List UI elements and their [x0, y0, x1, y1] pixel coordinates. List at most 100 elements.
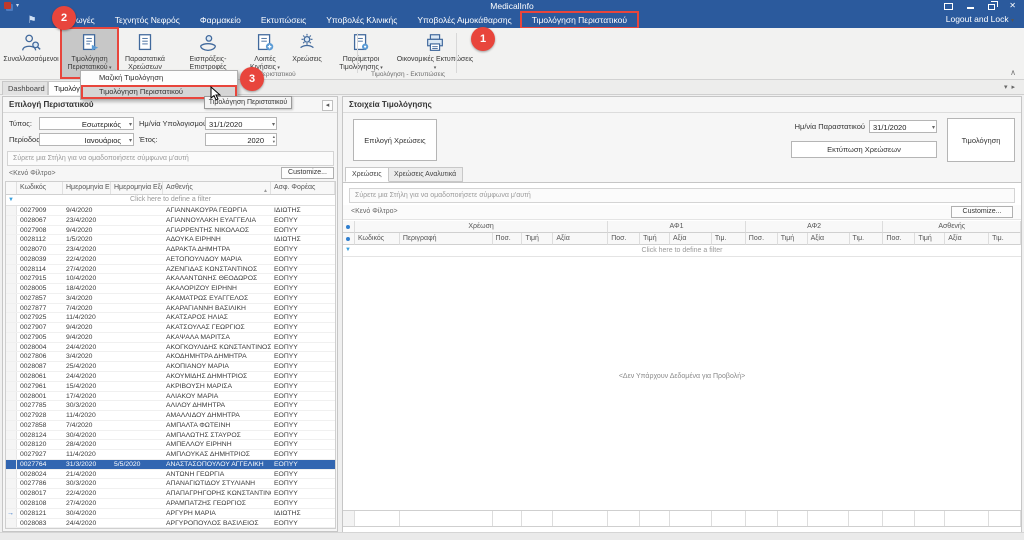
tab-charges-detailed[interactable]: Χρεώσεις Αναλυτικά [387, 167, 463, 182]
table-row[interactable]: 00279099/4/2020ΑΓΙΑΝΝΑΚΟΥΡΑ ΓΕΩΡΓΙΑΙΔΙΩΤ… [6, 206, 335, 216]
table-row[interactable]: →002812130/4/2020ΑΡΓΥΡΗ ΜΑΡΙΑΙΔΙΩΤΗΣ [6, 509, 335, 519]
collapse-panel-icon[interactable]: ◂ [322, 100, 333, 111]
print-charges-button[interactable]: Εκτύπωση Χρεώσεων [791, 141, 937, 158]
table-row[interactable]: 002806124/4/2020ΑΚΟΥΜΙΔΗΣ ΔΗΜΗΤΡΙΟΣΕΟΠΥΥ [6, 372, 335, 382]
band-header[interactable]: Χρέωση [355, 221, 608, 233]
application-menu-flag-icon[interactable]: ⚑ [24, 14, 40, 27]
column-header[interactable]: Τιμή [778, 233, 808, 245]
logout-and-lock-button[interactable]: Logout and Lock ▾ [946, 14, 1014, 24]
group-by-hint-bar[interactable]: Σύρετε μια Στήλη για να ομαδοποιήσετε σύ… [349, 188, 1015, 203]
ribbon-tab-printouts[interactable]: Εκτυπώσεις [251, 13, 316, 27]
table-row[interactable]: 002801722/4/2020ΑΠΑΠΑΓΡΗΓΟΡΗΣ ΚΩΝΣΤΑΝΤΙΝ… [6, 489, 335, 499]
column-header[interactable]: Αξία [670, 233, 712, 245]
table-row[interactable]: 002776431/3/20205/5/2020ΑΝΑΣΤΑΣΟΠΟΥΛΟΥ Α… [6, 460, 335, 470]
table-row[interactable]: 00279079/4/2020ΑΚΑΤΣΟΥΛΑΣ ΓΕΩΡΓΙΟΣΕΟΠΥΥ [6, 323, 335, 333]
table-row[interactable]: 002792811/4/2020ΑΜΑΛΛΙΔΟΥ ΔΗΜΗΤΡΑΕΟΠΥΥ [6, 411, 335, 421]
table-row[interactable]: 002800518/4/2020ΑΚΑΛΟΡΙΖΟΥ ΕΙΡΗΝΗΕΟΠΥΥ [6, 284, 335, 294]
empty-filter-label[interactable]: <Κενό Φίλτρο> [351, 208, 398, 215]
document-date-input[interactable]: 31/1/2020 ▾ [869, 120, 937, 133]
restore-icon[interactable] [988, 4, 995, 10]
column-header-patient[interactable]: Ασθενής▲ [163, 182, 271, 194]
grid-filter-row[interactable]: ▼ Click here to define a filter [343, 245, 1021, 257]
minimize-icon[interactable] [967, 7, 974, 9]
table-row[interactable]: 00281121/5/2020ΑΔΟΥΚΑ ΕΙΡΗΝΗΙΔΙΩΤΗΣ [6, 235, 335, 245]
column-header[interactable]: Τιμή [640, 233, 670, 245]
ribbon-button-8[interactable]: Οικονομικές Εκτυπώσεις ▾ [395, 29, 475, 77]
column-header[interactable]: Κωδικός [355, 233, 400, 245]
table-row[interactable]: 002800424/4/2020ΑΚΟΓΚΟΥΛΙΔΗΣ ΚΩΝΣΤΑΝΤΙΝΟ… [6, 343, 335, 353]
column-header[interactable]: Ποσ. [493, 233, 523, 245]
ribbon-collapse-icon[interactable]: ∧ [1010, 68, 1016, 77]
customize-button[interactable]: Customize... [951, 206, 1013, 218]
table-row[interactable]: 002812028/4/2020ΑΜΠΕΛΛΟΥ ΕΙΡΗΝΗΕΟΠΥΥ [6, 440, 335, 450]
table-row[interactable]: 00278063/4/2020ΑΚΟΔΗΜΗΤΡΑ ΔΗΜΗΤΡΑΕΟΠΥΥ [6, 352, 335, 362]
menu-item-mass-invoicing[interactable]: Μαζική Τιμολόγηση [81, 71, 237, 85]
customize-button[interactable]: Customize... [281, 167, 334, 179]
tab-scroll-icons[interactable]: ▾▸ [1004, 83, 1019, 91]
row-indicator [6, 431, 17, 440]
ribbon-button-1[interactable]: Συναλλασσόμενοι [2, 29, 60, 77]
column-header[interactable]: Ποσ. [883, 233, 915, 245]
column-header[interactable]: Τιμή [522, 233, 553, 245]
column-header[interactable]: Τιμ. [850, 233, 884, 245]
table-row[interactable]: 00278777/4/2020ΑΚΑΡΑΓΙΑΝΝΗ ΒΑΣΙΛΙΚΗΕΟΠΥΥ [6, 304, 335, 314]
ribbon-tab-dialysis-submissions[interactable]: Υποβολές Αιμοκάθαρσης [407, 13, 521, 27]
ribbon-button-6[interactable]: Χρεώσεις [287, 29, 327, 77]
ribbon-tab-clinic-submissions[interactable]: Υποβολές Κλινικής [316, 13, 407, 27]
table-row[interactable]: 002808324/4/2020ΑΡΓΥΡΟΠΟΥΛΟΣ ΒΑΣΙΛΕΙΟΣΕΟ… [6, 519, 335, 529]
column-header[interactable]: Τιμ. [712, 233, 746, 245]
table-row[interactable]: 002810827/4/2020ΑΡΑΜΠΑΤΖΗΣ ΓΕΩΡΓΙΟΣΕΟΠΥΥ [6, 499, 335, 509]
table-row[interactable]: 00278587/4/2020ΑΜΠΑΛΤΑ ΦΩΤΕΙΝΗΕΟΠΥΥ [6, 421, 335, 431]
table-row[interactable]: 002792711/4/2020ΑΜΠΛΟΥΚΑΣ ΔΗΜΗΤΡΙΟΣΕΟΠΥΥ [6, 450, 335, 460]
table-row[interactable]: 002807023/4/2020ΑΔΡΑΚΤΑ ΔΗΜΗΤΡΑΕΟΠΥΥ [6, 245, 335, 255]
ribbon-tab-pharmacy[interactable]: Φαρμακείο [190, 13, 251, 27]
column-header[interactable]: Τιμ. [989, 233, 1021, 245]
table-row[interactable]: 002806723/4/2020ΑΓΙΑΝΝΟΥΛΑΚΗ ΕΥΑΓΓΕΛΙΑΕΟ… [6, 216, 335, 226]
column-header[interactable]: Ημερομηνία Εξόδ. [111, 182, 163, 194]
table-row[interactable]: 002800117/4/2020ΑΛΙΑΚΟΥ ΜΑΡΙΑΕΟΠΥΥ [6, 392, 335, 402]
type-select[interactable]: Εσωτερικός ▾ [39, 117, 134, 130]
table-row[interactable]: 002808725/4/2020ΑΚΟΠΙΑΝΟΥ ΜΑΡΙΑΕΟΠΥΥ [6, 362, 335, 372]
select-charges-button[interactable]: Επιλογή Χρεώσεις [353, 119, 437, 161]
table-row[interactable]: 00279089/4/2020ΑΓΙΑΡΡΕΝΤΗΣ ΝΙΚΟΛΑΟΣΕΟΠΥΥ [6, 226, 335, 236]
calc-date-input[interactable]: 31/1/2020 ▾ [205, 117, 277, 130]
ribbon-tab-case-invoicing[interactable]: Τιμολόγηση Περιστατικού [522, 13, 637, 27]
period-select[interactable]: Ιανουάριος ▾ [39, 133, 134, 146]
band-header[interactable]: ΑΦ2 [746, 221, 884, 233]
empty-filter-label[interactable]: <Κενό Φίλτρο> [9, 170, 56, 177]
table-row[interactable]: 002778530/3/2020ΑΛΙΛΟΥ ΔΗΜΗΤΡΑΕΟΠΥΥ [6, 401, 335, 411]
table-row[interactable]: 002811427/4/2020ΑΖΕΝΓΙΔΑΣ ΚΩΝΣΤΑΝΤΙΝΟΣΕΟ… [6, 265, 335, 275]
spinner-icons[interactable]: ▴▾ [273, 134, 275, 144]
column-header[interactable]: Τιμή [915, 233, 945, 245]
table-row[interactable]: 00278573/4/2020ΑΚΑΜΑΤΡΩΣ ΕΥΑΓΓΕΛΟΣΕΟΠΥΥ [6, 294, 335, 304]
column-header[interactable]: Ποσ. [608, 233, 640, 245]
table-row[interactable]: 00279059/4/2020ΑΚΑΨΑΛΑ ΜΑΡΙΤΣΑΕΟΠΥΥ [6, 333, 335, 343]
column-header[interactable]: Ποσ. [746, 233, 778, 245]
table-row[interactable]: 002796115/4/2020ΑΚΡΙΒΟΥΣΗ ΜΑΡΙΣΑΕΟΠΥΥ [6, 382, 335, 392]
band-header[interactable]: Ασθενής [883, 221, 1021, 233]
column-header[interactable]: Αξία [553, 233, 608, 245]
grid-filter-row[interactable]: ▼ Click here to define a filter [6, 195, 335, 206]
group-by-hint-bar[interactable]: Σύρετε μια Στήλη για να ομαδοποιήσετε σύ… [7, 151, 334, 166]
column-header[interactable]: Ημερομηνία Εισ [63, 182, 111, 194]
column-header[interactable]: Αξία [945, 233, 989, 245]
band-header[interactable]: ΑΦ1 [608, 221, 746, 233]
column-header[interactable]: Αξία [808, 233, 850, 245]
tab-charges[interactable]: Χρεώσεις [345, 167, 389, 182]
table-row[interactable]: 002812430/4/2020ΑΜΠΑΛΩΤΗΣ ΣΤΑΥΡΟΣΕΟΠΥΥ [6, 431, 335, 441]
invoice-button[interactable]: Τιμολόγηση [947, 118, 1015, 162]
year-stepper[interactable]: 2020 ▴▾ [205, 133, 277, 146]
ribbon-button-7[interactable]: Παράμετροι Τιμολόγησης ▾ [329, 29, 393, 77]
column-header[interactable]: Περιγραφή [400, 233, 493, 245]
table-row[interactable]: 002802421/4/2020ΑΝΤΩΝΗ ΓΕΩΡΓΙΑΕΟΠΥΥ [6, 470, 335, 480]
table-row[interactable]: 002792511/4/2020ΑΚΑΤΣΑΡΟΣ ΗΛΙΑΣΕΟΠΥΥ [6, 313, 335, 323]
close-icon[interactable]: ✕ [1009, 2, 1016, 10]
display-mode-icon[interactable] [944, 3, 953, 10]
ribbon-tab-artificial-kidney[interactable]: Τεχνητός Νεφρός [105, 13, 190, 27]
table-row[interactable]: 002791510/4/2020ΑΚΑΛΑΝΤΩΝΗΣ ΘΕΟΔΩΡΟΣΕΟΠΥ… [6, 274, 335, 284]
table-row[interactable]: 002803922/4/2020ΑΕΤΟΠΟΥΛΙΔΟΥ ΜΑΡΙΑΕΟΠΥΥ [6, 255, 335, 265]
column-header[interactable]: Ασφ. Φορέας [271, 182, 335, 194]
column-header[interactable]: Κωδικός [17, 182, 63, 194]
table-row[interactable]: 002778630/3/2020ΑΠΑΝΑΓΙΩΤΙΔΟΥ ΣΤΥΛΙΑΝΗΕΟ… [6, 479, 335, 489]
doc-tab-dashboard[interactable]: Dashboard [2, 81, 48, 95]
